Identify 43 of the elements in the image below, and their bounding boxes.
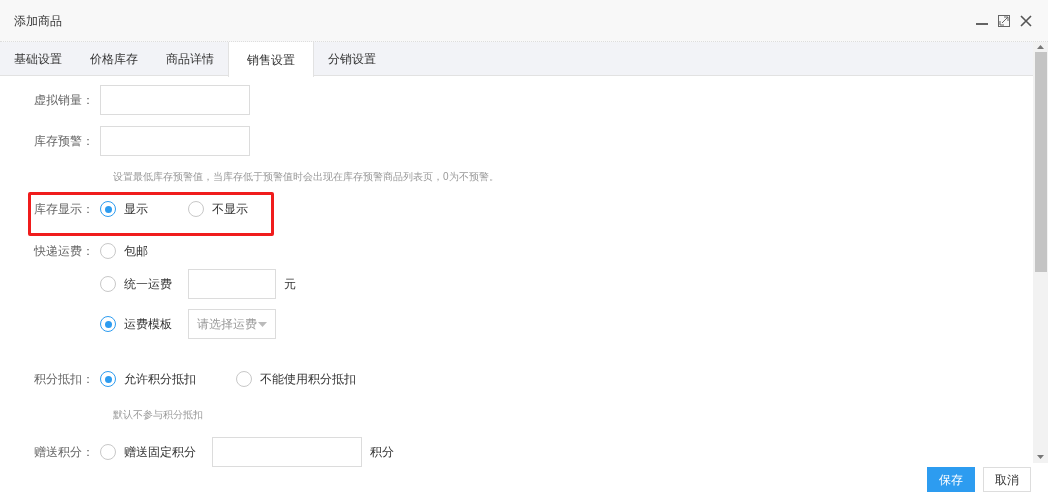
radio-label[interactable]: 允许积分抵扣 (124, 370, 196, 388)
scrollbar[interactable] (1033, 42, 1048, 463)
field-label: 库存预警： (34, 133, 94, 150)
cancel-button[interactable]: 取消 (983, 467, 1031, 492)
unit-label: 积分 (370, 444, 394, 461)
unit-label: 元 (284, 276, 296, 293)
input-field[interactable] (188, 269, 276, 299)
radio-button[interactable] (100, 243, 116, 259)
maximize-icon[interactable] (998, 14, 1010, 27)
radio-label[interactable]: 运费模板 (124, 315, 172, 333)
radio-button[interactable] (100, 444, 116, 460)
radio-label[interactable]: 赠送固定积分 (124, 443, 196, 461)
scroll-down-icon[interactable] (1037, 455, 1044, 459)
radio-button[interactable] (100, 201, 116, 217)
radio-label[interactable]: 显示 (124, 200, 148, 218)
field-label: 快递运费： (34, 243, 94, 260)
hint-text: 设置最低库存预警值，当库存低于预警值时会出现在库存预警商品列表页，0为不预警。 (113, 171, 499, 182)
close-icon[interactable] (1020, 14, 1032, 27)
tab[interactable]: 基础设置 (0, 42, 76, 76)
tab[interactable]: 销售设置 (228, 42, 314, 77)
field-label: 虚拟销量： (34, 92, 94, 109)
hint-text: 默认不参与积分抵扣 (113, 409, 203, 420)
tab[interactable]: 商品详情 (152, 42, 228, 76)
window-title: 添加商品 (14, 12, 62, 30)
input-field[interactable] (100, 85, 250, 115)
tab[interactable]: 分销设置 (314, 42, 390, 76)
field-label: 积分抵扣： (34, 371, 94, 388)
radio-button[interactable] (100, 371, 116, 387)
radio-label[interactable]: 统一运费 (124, 275, 172, 293)
radio-button[interactable] (188, 201, 204, 217)
field-label: 赠送积分： (34, 444, 94, 461)
radio-label[interactable]: 不能使用积分抵扣 (260, 370, 356, 388)
input-field[interactable] (212, 437, 362, 467)
input-field[interactable] (100, 126, 250, 156)
scroll-up-icon[interactable] (1037, 45, 1044, 49)
tab[interactable]: 价格库存 (76, 42, 152, 76)
radio-button[interactable] (100, 276, 116, 292)
caret-icon (258, 321, 267, 327)
radio-label[interactable]: 不显示 (212, 200, 248, 218)
field-label: 库存显示： (34, 201, 94, 218)
radio-button[interactable] (236, 371, 252, 387)
radio-button[interactable] (100, 316, 116, 332)
radio-label[interactable]: 包邮 (124, 242, 148, 260)
